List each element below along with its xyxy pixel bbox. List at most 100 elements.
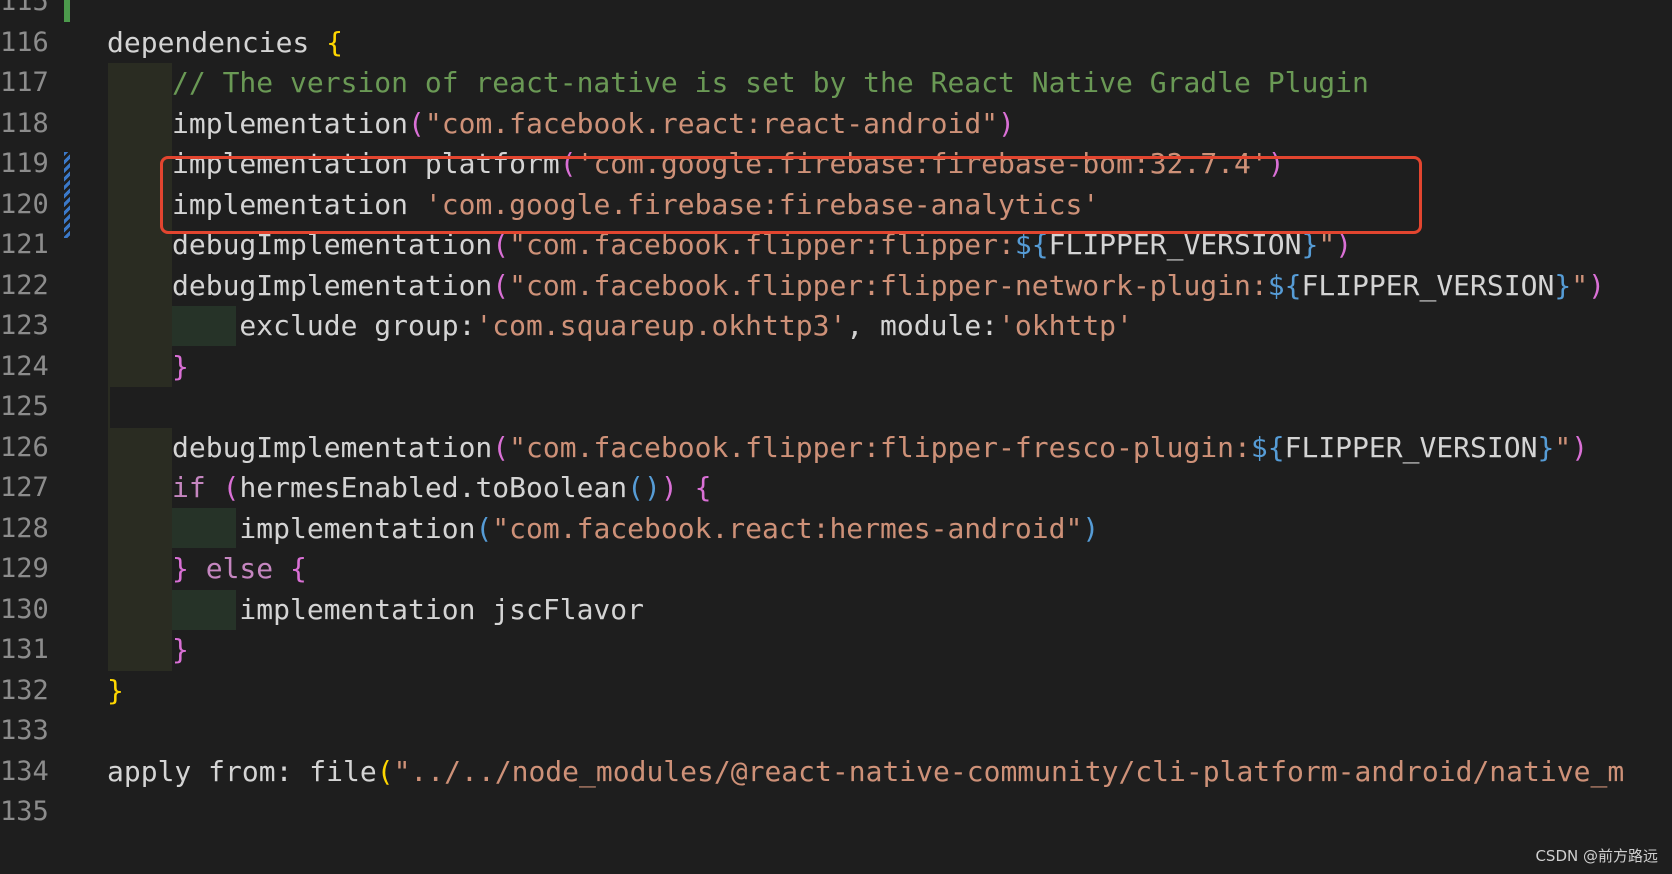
code-token: { (290, 552, 307, 585)
watermark: CSDN @前方路远 (1535, 847, 1658, 865)
code-text: implementation("com.facebook.react:react… (172, 102, 1015, 145)
line-number: 135 (0, 796, 49, 827)
code-token: ) (1571, 430, 1589, 464)
code-text: implementation("com.facebook.react:herme… (172, 507, 1099, 550)
code-line[interactable]: 118 implementation("com.facebook.react:re… (0, 102, 1672, 145)
line-number: 117 (0, 67, 49, 98)
code-token: ${ (1250, 430, 1285, 464)
code-token: FLIPPER_VERSION (1301, 268, 1555, 302)
line-number: 125 (0, 391, 49, 422)
code-token: ( (222, 471, 240, 504)
code-text: if (hermesEnabled.toBoolean()) { (172, 466, 711, 509)
code-line[interactable]: 135 (0, 790, 1672, 833)
line-number: 126 (0, 431, 49, 463)
code-line[interactable]: 125 (0, 385, 1672, 428)
code-token: } (172, 552, 206, 585)
code-token: } (172, 633, 189, 666)
code-token: ) (660, 471, 678, 504)
code-token: } (1537, 430, 1555, 464)
code-text: } (172, 628, 189, 671)
code-text: // The version of react-native is set by… (172, 61, 1369, 104)
code-line[interactable]: 129} else { (0, 547, 1672, 590)
line-number: 133 (0, 715, 49, 746)
code-line[interactable]: 131} (0, 628, 1672, 671)
code-line[interactable]: 130 implementation jscFlavor (0, 588, 1672, 631)
highlight-annotation-box (160, 156, 1422, 234)
code-token: dependencies (107, 25, 327, 59)
code-token: // The version of react-native is set by… (172, 66, 1369, 99)
code-token: { (326, 25, 344, 59)
code-text: debugImplementation("com.facebook.flippe… (172, 426, 1588, 469)
code-token: 'okhttp' (998, 309, 1133, 342)
code-token: ( (492, 430, 510, 464)
line-number: 121 (0, 229, 49, 260)
line-number: 128 (0, 512, 49, 544)
code-text: debugImplementation("com.facebook.flippe… (172, 264, 1605, 307)
code-line[interactable]: 126 debugImplementation("com.facebook.fli… (0, 426, 1672, 469)
code-line[interactable]: 123 exclude group:'com.squareup.okhttp3'… (0, 304, 1672, 347)
code-line[interactable]: 117 // The version of react-native is set… (0, 61, 1672, 104)
line-number: 122 (0, 269, 49, 301)
code-token: { (694, 471, 712, 504)
code-line[interactable]: 132} (0, 669, 1672, 712)
code-token: } (1554, 268, 1572, 302)
code-token: "../../node_modules/@react-native-commun… (393, 754, 1625, 788)
code-token: "com.facebook.flipper:flipper-network-pl… (509, 268, 1268, 302)
code-token: debugImplementation (172, 430, 493, 464)
code-token: implementation jscFlavor (172, 592, 645, 626)
code-text: } (107, 669, 124, 712)
code-line[interactable]: 134 apply from: file("../../node_modules/… (0, 750, 1672, 793)
code-line[interactable]: 127 if (hermesEnabled.toBoolean()) { (0, 466, 1672, 509)
code-token: " (1554, 430, 1572, 464)
line-number: 123 (0, 310, 49, 341)
line-number: 116 (0, 26, 49, 58)
line-number: 118 (0, 107, 49, 139)
code-token: "com.facebook.react:hermes-android" (492, 511, 1083, 545)
code-editor[interactable]: 115 116 dependencies {117// The version of… (0, 0, 1672, 874)
code-line[interactable]: 133 (0, 709, 1672, 752)
code-token: implementation (172, 106, 409, 140)
code-token: "com.facebook.flipper:flipper-fresco-plu… (509, 430, 1251, 464)
code-text: exclude group:'com.squareup.okhttp3', mo… (172, 304, 1133, 347)
code-token: exclude group: (172, 309, 476, 342)
code-token: " (1571, 268, 1589, 302)
code-token: hermesEnabled.toBoolean (239, 471, 628, 504)
code-token: } (172, 349, 189, 383)
code-line[interactable]: 122 debugImplementation("com.facebook.fli… (0, 264, 1672, 307)
code-line[interactable]: 128 implementation("com.facebook.react:h… (0, 507, 1672, 550)
code-token: ) (1082, 511, 1100, 545)
line-number: 130 (0, 593, 49, 625)
code-line[interactable]: 116 dependencies { (0, 21, 1672, 64)
line-number: 124 (0, 350, 49, 382)
code-text: apply from: file("../../node_modules/@re… (107, 750, 1624, 793)
line-number: 129 (0, 553, 49, 584)
code-token: , module: (846, 309, 999, 342)
code-line[interactable]: 124} (0, 345, 1672, 388)
code-token: implementation (172, 511, 476, 545)
code-token: 'com.squareup.okhttp3' (475, 309, 847, 342)
code-token: FLIPPER_VERSION (1284, 430, 1538, 464)
code-text: } (172, 345, 189, 388)
code-token: ( (475, 511, 493, 545)
code-text: } else { (172, 547, 307, 590)
line-number: 132 (0, 674, 49, 706)
code-token: } (107, 673, 124, 707)
line-number: 119 (0, 148, 49, 179)
code-token: "com.facebook.react:react-android" (424, 106, 999, 140)
code-token: ( (376, 754, 394, 788)
code-token: ${ (1267, 268, 1302, 302)
code-token: if (172, 471, 223, 504)
code-token: ) (998, 106, 1015, 140)
code-token: else (205, 552, 291, 585)
code-text: implementation jscFlavor (172, 588, 644, 631)
code-token: () (627, 471, 661, 504)
code-token: ( (408, 106, 425, 140)
line-number: 131 (0, 634, 49, 665)
code-token: apply from: file (107, 754, 377, 788)
line-number: 120 (0, 188, 49, 220)
code-text: dependencies { (107, 21, 343, 64)
line-number: 127 (0, 472, 49, 503)
code-token: ) (1588, 268, 1605, 302)
code-token: debugImplementation (172, 268, 493, 302)
